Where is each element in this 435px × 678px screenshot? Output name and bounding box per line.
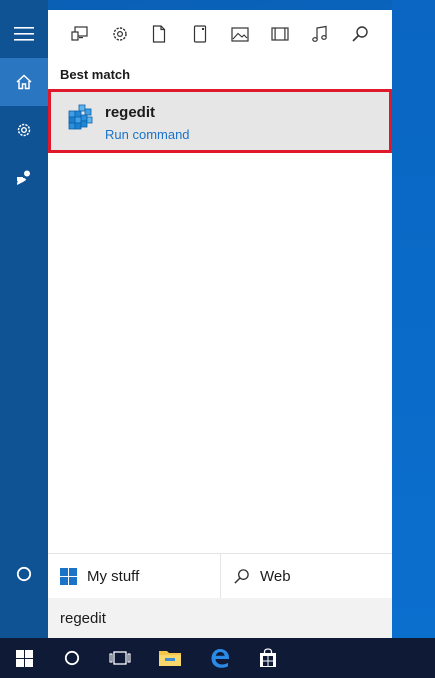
scope-row: My stuff Web bbox=[48, 553, 392, 598]
start-icon bbox=[15, 649, 33, 667]
filter-photos-button[interactable] bbox=[228, 22, 252, 46]
video-icon bbox=[271, 27, 289, 41]
hamburger-menu-button[interactable] bbox=[0, 10, 48, 58]
filter-music-button[interactable] bbox=[308, 22, 332, 46]
settings-button[interactable] bbox=[0, 106, 48, 154]
edge-icon bbox=[211, 649, 229, 668]
task-view-icon bbox=[109, 651, 131, 665]
result-title: regedit bbox=[105, 104, 156, 121]
cortana-button[interactable] bbox=[0, 550, 48, 598]
file-explorer-button[interactable] bbox=[146, 638, 194, 678]
search-flyout: Best match regedit Run command My stuff … bbox=[0, 0, 392, 638]
windows-logo-icon bbox=[60, 567, 77, 585]
results-panel: Best match regedit Run command My stuff … bbox=[48, 10, 392, 638]
folder-icon bbox=[193, 25, 207, 43]
search-icon bbox=[234, 568, 249, 584]
apps-icon bbox=[71, 26, 88, 41]
section-header-best-match: Best match bbox=[60, 67, 131, 82]
feedback-button[interactable] bbox=[0, 154, 48, 202]
web-label: Web bbox=[260, 567, 291, 585]
filter-bar bbox=[48, 10, 392, 58]
store-button[interactable] bbox=[244, 638, 292, 678]
web-button[interactable]: Web bbox=[220, 554, 392, 598]
filter-apps-button[interactable] bbox=[68, 22, 92, 46]
start-button[interactable] bbox=[0, 638, 48, 678]
filter-web-button[interactable] bbox=[348, 22, 372, 46]
left-rail bbox=[0, 0, 48, 638]
search-icon bbox=[352, 26, 368, 42]
music-icon bbox=[312, 25, 327, 42]
home-button[interactable] bbox=[0, 58, 48, 106]
taskbar-cortana-button[interactable] bbox=[48, 638, 96, 678]
task-view-button[interactable] bbox=[96, 638, 144, 678]
cortana-icon bbox=[64, 650, 80, 666]
filter-settings-button[interactable] bbox=[108, 22, 132, 46]
gear-icon bbox=[17, 123, 31, 137]
hamburger-icon bbox=[14, 27, 34, 41]
file-explorer-icon bbox=[159, 651, 181, 666]
filter-videos-button[interactable] bbox=[268, 22, 292, 46]
edge-browser-button[interactable] bbox=[196, 638, 244, 678]
cortana-ring-icon bbox=[16, 566, 32, 582]
feedback-icon bbox=[17, 170, 30, 185]
gear-icon bbox=[113, 27, 127, 41]
document-icon bbox=[152, 25, 166, 43]
home-icon bbox=[16, 74, 32, 90]
best-match-result[interactable]: regedit Run command bbox=[48, 89, 392, 153]
filter-documents-button[interactable] bbox=[147, 22, 171, 46]
result-subtitle: Run command bbox=[105, 127, 190, 142]
registry-cubes-icon bbox=[68, 104, 93, 130]
store-icon bbox=[260, 648, 276, 667]
photo-icon bbox=[231, 26, 249, 42]
my-stuff-button[interactable]: My stuff bbox=[48, 554, 219, 598]
desktop-edge bbox=[392, 0, 435, 638]
filter-folders-button[interactable] bbox=[188, 22, 212, 46]
search-input[interactable] bbox=[48, 598, 392, 638]
my-stuff-label: My stuff bbox=[87, 567, 140, 585]
taskbar bbox=[0, 638, 435, 678]
